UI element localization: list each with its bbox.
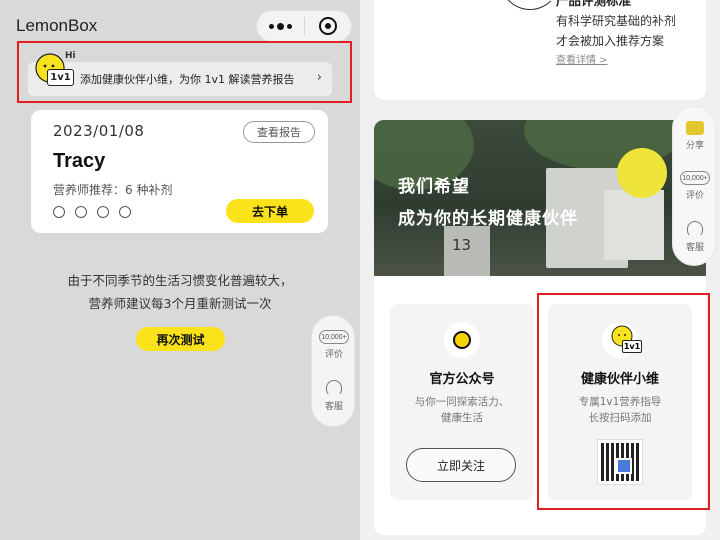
floating-actions: 分享 10,000+ 评价 客服 [672,106,716,266]
review-label: 评价 [324,350,343,360]
criteria-detail-link[interactable]: 查看详情 > [556,51,608,66]
official-account-card: 官方公众号 与你一同探索活力、 健康生活 立即关注 [390,304,534,500]
review-button[interactable]: 10,000+ 评价 [673,171,717,201]
recommendation-summary: 营养师推荐：6 种补剂 [53,183,173,197]
app-title: LemonBox [16,16,98,35]
share-icon [686,121,704,135]
supplement-icon [75,206,87,218]
lemon-icon [444,322,480,358]
supplement-icons [53,206,131,218]
service-button[interactable]: 客服 [312,380,356,412]
hero-title-line2: 成为你的长期健康伙伴 [398,209,578,229]
lemon-logo [617,148,667,198]
highlight-frame [17,41,352,103]
review-button[interactable]: 10,000+ 评价 [312,330,356,360]
left-screen: LemonBox 添加健康伙伴小维，为你 1v1 解读营养报告 › Hi 1v1… [0,0,360,540]
box-number: 13 [452,236,472,254]
official-account-desc-line2: 健康生活 [441,412,483,424]
view-report-button[interactable]: 查看报告 [243,121,315,143]
service-button[interactable]: 客服 [673,221,717,253]
close-program-icon[interactable] [305,11,351,41]
product-box [604,190,664,260]
retest-button[interactable]: 再次测试 [136,327,225,351]
service-label: 客服 [324,402,343,412]
criteria-desc-line1: 有科学研究基础的补剂 [556,14,677,28]
official-account-title: 官方公众号 [429,372,495,387]
review-label: 评价 [685,191,704,201]
retest-note-line2: 营养师建议每3个月重新测试一次 [88,296,272,311]
place-order-button[interactable]: 去下单 [226,199,314,223]
share-label: 分享 [685,141,704,151]
more-menu-icon[interactable] [257,11,304,41]
report-date: 2023/01/08 [53,122,145,140]
mini-program-capsule [256,10,352,42]
follow-button[interactable]: 立即关注 [406,448,516,482]
highlight-frame [537,293,710,510]
criteria-illustration [500,0,560,10]
official-account-desc-line1: 与你一同探索活力、 [414,396,510,408]
floating-actions: 10,000+ 评价 客服 [311,315,355,427]
hero-image: 13 我们希望 成为你的长期健康伙伴 [374,120,706,276]
criteria-title: 产品评测标准 [556,0,632,8]
share-button[interactable]: 分享 [673,121,717,151]
supplement-icon [97,206,109,218]
criteria-card: 产品评测标准 有科学研究基础的补剂 才会被加入推荐方案 查看详情 > [374,0,706,100]
supplement-icon [53,206,65,218]
review-badge: 10,000+ [319,330,349,344]
report-card: 2023/01/08 查看报告 Tracy 营养师推荐：6 种补剂 去下单 [31,110,328,233]
headset-icon [687,221,703,237]
headset-icon [326,380,342,396]
user-name: Tracy [53,150,106,172]
service-label: 客服 [685,243,704,253]
supplement-icon [119,206,131,218]
hero-title-line1: 我们希望 [398,177,470,197]
retest-note-line1: 由于不同季节的生活习惯变化普遍较大， [67,273,293,288]
review-badge: 10,000+ [680,171,710,185]
criteria-desc-line2: 才会被加入推荐方案 [556,34,665,48]
